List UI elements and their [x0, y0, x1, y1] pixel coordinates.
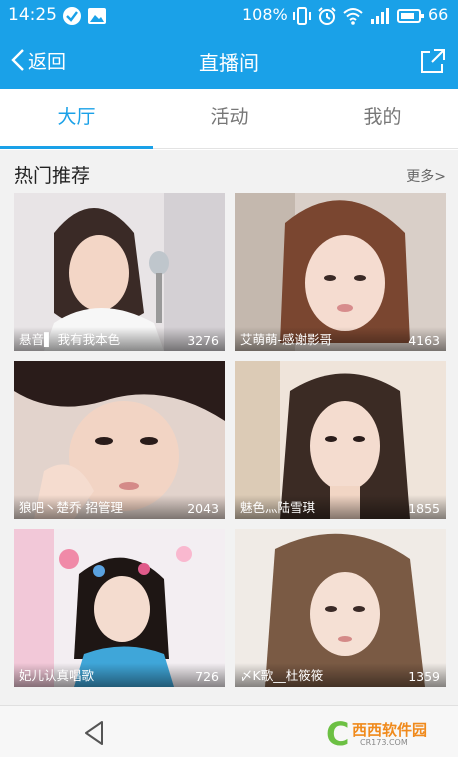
battery-level: 66 — [428, 5, 449, 24]
section-title: 热门推荐 — [14, 165, 91, 187]
tab-hall[interactable]: 大厅 — [0, 89, 153, 149]
room-name: 魅色灬陆雪琪 — [240, 500, 316, 515]
vibrate-icon — [293, 7, 311, 25]
room-name: 艾萌萌-感谢影哥 — [240, 332, 333, 347]
room-card[interactable]: 狼吧丶楚乔 招管理 2043 — [14, 361, 225, 519]
room-card[interactable]: 妃儿认真唱歌 726 — [14, 529, 225, 687]
wifi-icon — [343, 8, 363, 25]
viewer-count: 726 — [195, 669, 219, 684]
alarm-icon — [318, 7, 336, 25]
room-name: 妃儿认真唱歌 — [19, 668, 95, 683]
room-name: 〆K歌__杜筱筱 — [240, 668, 324, 683]
triangle-back-icon[interactable] — [80, 718, 110, 748]
tab-bar: 大厅 活动 我的 — [0, 89, 458, 149]
viewer-count: 1855 — [408, 501, 440, 516]
status-time: 14:25 — [8, 5, 57, 25]
tab-mine[interactable]: 我的 — [306, 89, 458, 149]
viewer-count: 2043 — [187, 501, 219, 516]
status-bar: 14:25 108% 66 — [0, 0, 458, 33]
share-icon[interactable] — [418, 46, 448, 76]
room-card[interactable]: 艾萌萌-感谢影哥 4163 — [235, 193, 446, 351]
viewer-count: 4163 — [408, 333, 440, 348]
watermark-logo: C 西西软件园 CR173.COM — [326, 716, 456, 752]
image-icon — [88, 8, 106, 24]
watermark-brand: 西西软件园 — [352, 721, 428, 739]
system-nav-bar: C 西西软件园 CR173.COM — [0, 705, 458, 757]
more-link[interactable]: 更多> — [406, 166, 446, 186]
battery-icon — [397, 9, 424, 23]
viewer-count: 3276 — [187, 333, 219, 348]
room-card[interactable]: 〆K歌__杜筱筱 1359 — [235, 529, 446, 687]
viewer-count: 1359 — [408, 669, 440, 684]
room-card[interactable]: 悬音▌ 我有我本色 3276 — [14, 193, 225, 351]
room-name: 狼吧丶楚乔 招管理 — [19, 500, 123, 515]
signal-icon — [371, 8, 389, 24]
tab-activity[interactable]: 活动 — [153, 89, 306, 149]
page-title: 直播间 — [199, 51, 259, 75]
watermark-url: CR173.COM — [360, 738, 408, 747]
title-bar: 返回 直播间 — [0, 33, 458, 89]
check-circle-icon — [63, 7, 81, 25]
room-card[interactable]: 魅色灬陆雪琪 1855 — [235, 361, 446, 519]
room-name: 悬音▌ 我有我本色 — [19, 332, 121, 347]
battery-percent: 108% — [242, 5, 288, 24]
tab-indicator — [0, 146, 153, 149]
watermark-mark: C — [326, 715, 350, 753]
section-header: 热门推荐 更多> — [0, 152, 458, 194]
